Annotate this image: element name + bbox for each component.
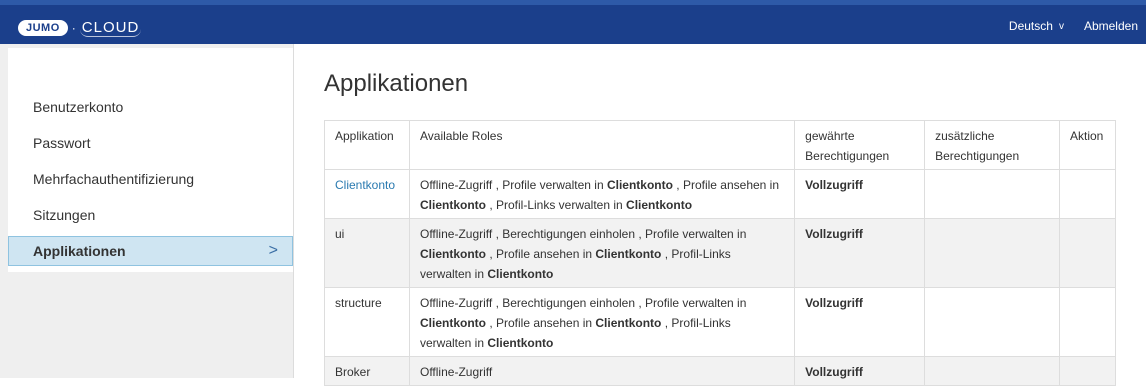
role-scope-text: Clientkonto — [487, 336, 554, 350]
role-scope-text: Clientkonto — [419, 316, 486, 330]
top-navigation-bar: JUMO · CLOUD Deutsch v Abmelden — [0, 0, 1146, 44]
logout-link[interactable]: Abmelden — [1084, 19, 1138, 33]
action-cell — [1058, 218, 1117, 288]
additional-cell — [924, 218, 1060, 288]
role-scope-text: Clientkonto — [626, 198, 693, 212]
language-selector[interactable]: Deutsch v — [1009, 19, 1064, 33]
role-scope-text: Clientkonto — [419, 247, 486, 261]
sidebar: Benutzerkonto Passwort Mehrfachauthentif… — [0, 44, 294, 378]
main-content: Applikationen Applikation Available Role… — [294, 44, 1146, 386]
additional-cell — [924, 169, 1060, 219]
table-row: structure Offline-Zugriff , Berechtigung… — [324, 287, 1117, 357]
roles-cell: Offline-Zugriff , Berechtigungen einhole… — [408, 287, 796, 357]
roles-cell: Offline-Zugriff , Profile verwalten in C… — [408, 169, 796, 219]
granted-cell: Vollzugriff — [794, 218, 926, 288]
sidebar-item-mehrfachauthentifizierung[interactable]: Mehrfachauthentifizierung — [8, 164, 293, 194]
table-header-row: Applikation Available Roles gewährte Ber… — [324, 120, 1117, 170]
additional-cell — [924, 287, 1060, 357]
role-text: , Profile ansehen in — [485, 247, 596, 261]
application-cell: Clientkonto — [324, 169, 410, 219]
application-cell: structure — [324, 287, 410, 357]
roles-cell: Offline-Zugriff — [408, 356, 796, 386]
application-name: structure — [335, 296, 382, 310]
role-text: Offline-Zugriff — [419, 365, 493, 379]
application-cell: ui — [324, 218, 410, 288]
applications-table: Applikation Available Roles gewährte Ber… — [324, 120, 1117, 386]
additional-cell — [924, 356, 1060, 386]
application-name: ui — [335, 227, 345, 241]
role-text: , Profil-Links verwalten in — [485, 198, 627, 212]
sidebar-item-applikationen[interactable]: Applikationen > — [8, 236, 293, 266]
jumo-cloud-logo[interactable]: JUMO · CLOUD — [18, 17, 142, 39]
sidebar-item-sitzungen[interactable]: Sitzungen — [8, 200, 293, 230]
sidebar-item-label: Sitzungen — [33, 207, 96, 223]
granted-cell: Vollzugriff — [794, 356, 926, 386]
granted-value: Vollzugriff — [805, 178, 863, 192]
role-scope-text: Clientkonto — [606, 178, 673, 192]
role-text: Offline-Zugriff , Berechtigungen einhole… — [419, 227, 747, 241]
role-scope-text: Clientkonto — [487, 267, 554, 281]
column-header-additional-permissions: zusätzliche Berechtigungen — [924, 120, 1060, 170]
column-header-application: Applikation — [324, 120, 410, 170]
column-header-granted-permissions: gewährte Berechtigungen — [794, 120, 926, 170]
application-cell: Broker — [324, 356, 410, 386]
column-header-available-roles: Available Roles — [408, 120, 796, 170]
granted-value: Vollzugriff — [805, 365, 863, 379]
role-scope-text: Clientkonto — [419, 198, 486, 212]
action-cell — [1058, 169, 1117, 219]
role-scope-text: Clientkonto — [595, 316, 662, 330]
role-text: Offline-Zugriff , Berechtigungen einhole… — [419, 296, 747, 310]
column-header-action: Aktion — [1058, 120, 1117, 170]
roles-cell: Offline-Zugriff , Berechtigungen einhole… — [408, 218, 796, 288]
role-text: , Profile ansehen in — [672, 178, 780, 192]
header-actions: Deutsch v Abmelden — [1009, 19, 1138, 33]
application-name: Broker — [335, 365, 371, 379]
sidebar-item-label: Passwort — [33, 135, 91, 151]
role-scope-text: Clientkonto — [595, 247, 662, 261]
table-row: Broker Offline-Zugriff Vollzugriff — [324, 356, 1117, 386]
sidebar-item-label: Benutzerkonto — [33, 99, 124, 115]
granted-cell: Vollzugriff — [794, 287, 926, 357]
role-text: Offline-Zugriff , Profile verwalten in — [419, 178, 607, 192]
granted-value: Vollzugriff — [805, 296, 863, 310]
chevron-down-icon: v — [1058, 20, 1064, 32]
sidebar-item-label: Applikationen — [33, 243, 126, 259]
sidebar-item-benutzerkonto[interactable]: Benutzerkonto — [8, 92, 293, 122]
logo-cloud-text: CLOUD — [79, 19, 142, 37]
sidebar-item-passwort[interactable]: Passwort — [8, 128, 293, 158]
language-label: Deutsch — [1008, 19, 1053, 33]
table-row: Clientkonto Offline-Zugriff , Profile ve… — [324, 169, 1117, 219]
action-cell — [1058, 356, 1117, 386]
application-link[interactable]: Clientkonto — [335, 178, 395, 192]
action-cell — [1058, 287, 1117, 357]
sidebar-menu: Benutzerkonto Passwort Mehrfachauthentif… — [8, 48, 293, 272]
sidebar-item-label: Mehrfachauthentifizierung — [33, 171, 195, 187]
page-title: Applikationen — [324, 70, 469, 97]
role-text: , Profile ansehen in — [485, 316, 596, 330]
table-row: ui Offline-Zugriff , Berechtigungen einh… — [324, 218, 1117, 288]
granted-value: Vollzugriff — [805, 227, 863, 241]
logo-separator: · — [71, 21, 76, 35]
logo-badge: JUMO — [18, 20, 68, 36]
granted-cell: Vollzugriff — [794, 169, 926, 219]
chevron-right-icon: > — [268, 242, 278, 259]
